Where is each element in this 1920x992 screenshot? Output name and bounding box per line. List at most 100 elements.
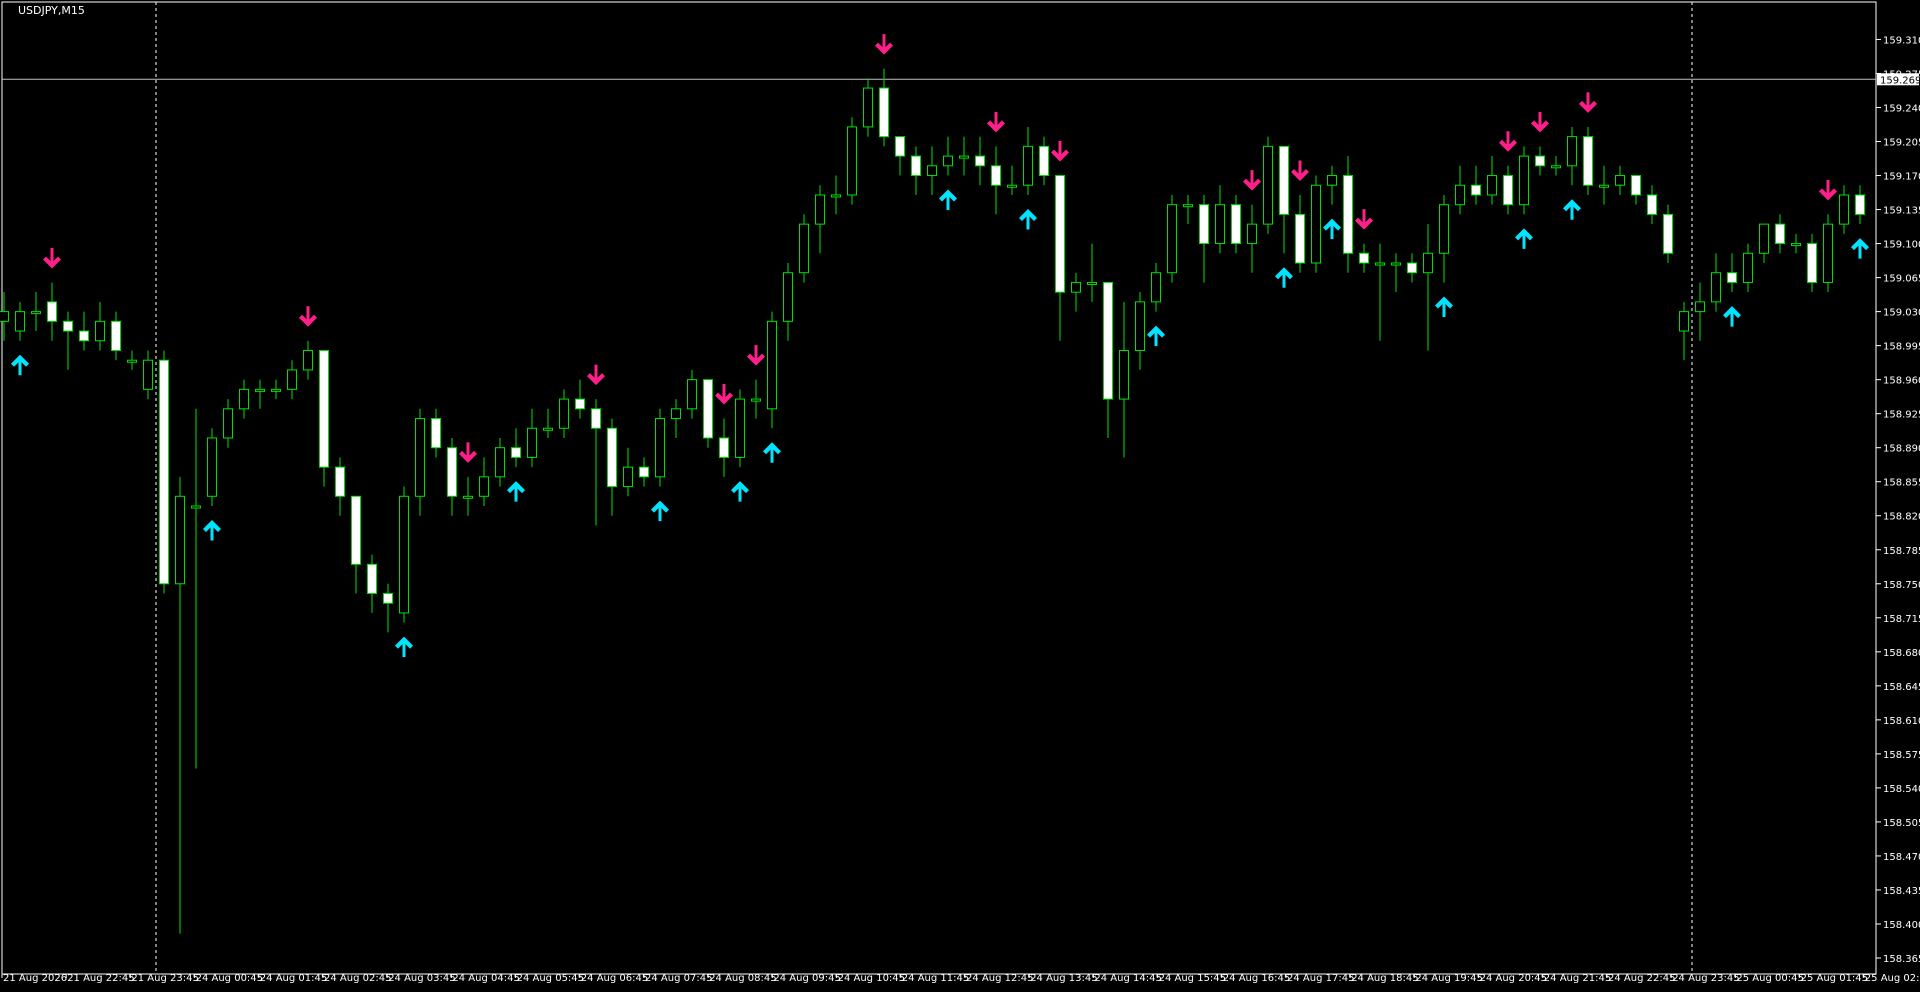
x-tick-label: 24 Aug 23:45 [1672, 973, 1739, 984]
current-price-label: 159.269 [1880, 75, 1920, 86]
bull-candle [1679, 311, 1689, 332]
buy-signal-arrow-icon [395, 636, 413, 658]
bear-candle [1055, 175, 1065, 293]
buy-signal-arrow-icon [1515, 228, 1533, 249]
bear-candle [79, 330, 89, 342]
buy-signal-arrow-icon [763, 442, 781, 463]
bull-candle [1567, 136, 1577, 167]
y-tick-label: 158.855 [1883, 478, 1920, 489]
bull-candle [527, 427, 537, 458]
buy-signal-arrow-icon [1851, 238, 1869, 259]
bull-candle [15, 311, 25, 332]
sell-signal-arrow-icon [1819, 179, 1837, 201]
bear-candle [639, 466, 649, 478]
bull-candle [143, 359, 153, 390]
bull-candle [847, 126, 857, 196]
y-tick-label: 158.575 [1883, 750, 1920, 761]
bear-candle [719, 437, 729, 458]
bear-candle [47, 301, 57, 322]
bull-candle [1743, 252, 1753, 283]
buy-signal-arrow-icon [11, 354, 29, 376]
bull-candle [175, 495, 185, 585]
sell-signal-arrow-icon [299, 306, 317, 327]
candlestick-chart: 159.310159.275159.240159.205159.170159.1… [0, 0, 1920, 988]
x-tick-label: 24 Aug 02:45 [324, 973, 391, 984]
bull-candle [95, 320, 105, 342]
bull-candle [1791, 243, 1801, 247]
bear-candle [911, 155, 921, 177]
bull-candle [927, 165, 937, 177]
bear-candle [991, 165, 1001, 186]
buy-signal-arrow-icon [731, 481, 749, 502]
x-tick-label: 24 Aug 09:45 [773, 973, 840, 984]
bull-candle [239, 388, 249, 410]
y-tick-label: 158.645 [1883, 682, 1920, 693]
y-tick-label: 159.205 [1883, 138, 1920, 149]
bear-candle [895, 136, 905, 157]
bull-candle [767, 320, 777, 410]
x-tick-label: 24 Aug 05:45 [517, 973, 584, 984]
x-tick-label: 25 Aug 00:45 [1736, 973, 1803, 984]
bear-candle [607, 427, 617, 488]
buy-signal-arrow-icon [1435, 296, 1453, 317]
x-tick-label: 24 Aug 12:45 [966, 973, 1033, 984]
bear-candle [1295, 213, 1305, 264]
bull-candle [1119, 349, 1129, 400]
x-tick-label: 24 Aug 16:45 [1223, 973, 1290, 984]
bull-candle [1423, 252, 1433, 274]
bear-candle [319, 349, 329, 468]
buy-signal-arrow-icon [939, 189, 957, 211]
sell-signal-arrow-icon [587, 364, 605, 386]
buy-signal-arrow-icon [1019, 208, 1037, 230]
bull-candle [1183, 204, 1193, 208]
sell-signal-arrow-icon [43, 247, 61, 269]
y-tick-label: 158.610 [1883, 716, 1920, 727]
bull-candle [1711, 272, 1721, 303]
bear-candle [1807, 243, 1817, 283]
bear-candle [575, 398, 585, 410]
bull-candle [207, 437, 217, 497]
y-tick-label: 158.435 [1883, 886, 1920, 897]
x-tick-label: 24 Aug 03:45 [388, 973, 455, 984]
symbol-label: USDJPY,M15 [18, 4, 85, 17]
bear-candle [1231, 204, 1241, 245]
bull-candle [271, 388, 281, 392]
sell-signal-arrow-icon [1243, 170, 1261, 191]
bull-candle [1023, 145, 1033, 186]
bull-candle [655, 418, 665, 478]
x-tick-label: 24 Aug 08:45 [709, 973, 776, 984]
bull-candle [1615, 175, 1625, 186]
chart-canvas: 159.310159.275159.240159.205159.170159.1… [0, 1, 1920, 984]
y-tick-label: 159.240 [1883, 103, 1920, 114]
y-tick-label: 159.310 [1883, 35, 1920, 46]
bull-candle [1839, 194, 1849, 225]
buy-signal-arrow-icon [203, 520, 221, 541]
y-tick-label: 158.890 [1883, 444, 1920, 455]
bull-candle [1007, 184, 1017, 188]
sell-signal-arrow-icon [1051, 141, 1069, 162]
y-tick-label: 159.170 [1883, 172, 1920, 183]
sell-signal-arrow-icon [875, 34, 893, 55]
y-tick-label: 158.470 [1883, 852, 1920, 863]
buy-signal-arrow-icon [651, 500, 669, 522]
x-tick-label: 24 Aug 22:45 [1608, 973, 1675, 984]
bear-candle [703, 379, 713, 439]
sell-signal-arrow-icon [1579, 92, 1597, 113]
bull-candle [1551, 165, 1561, 169]
bear-candle [351, 495, 361, 565]
y-tick-label: 159.135 [1883, 206, 1920, 217]
bull-candle [543, 427, 553, 431]
bull-candle [1263, 145, 1273, 225]
x-tick-label: 24 Aug 00:45 [196, 973, 263, 984]
bull-candle [31, 311, 41, 315]
bear-candle [1359, 252, 1369, 264]
x-tick-label: 24 Aug 18:45 [1351, 973, 1418, 984]
bull-candle [0, 311, 9, 322]
bull-candle [463, 495, 473, 499]
x-tick-label: 24 Aug 11:45 [902, 973, 969, 984]
x-tick-label: 24 Aug 17:45 [1287, 973, 1354, 984]
y-tick-label: 159.065 [1883, 274, 1920, 285]
bull-candle [495, 447, 505, 478]
bull-candle [255, 388, 265, 392]
buy-signal-arrow-icon [1323, 218, 1341, 240]
